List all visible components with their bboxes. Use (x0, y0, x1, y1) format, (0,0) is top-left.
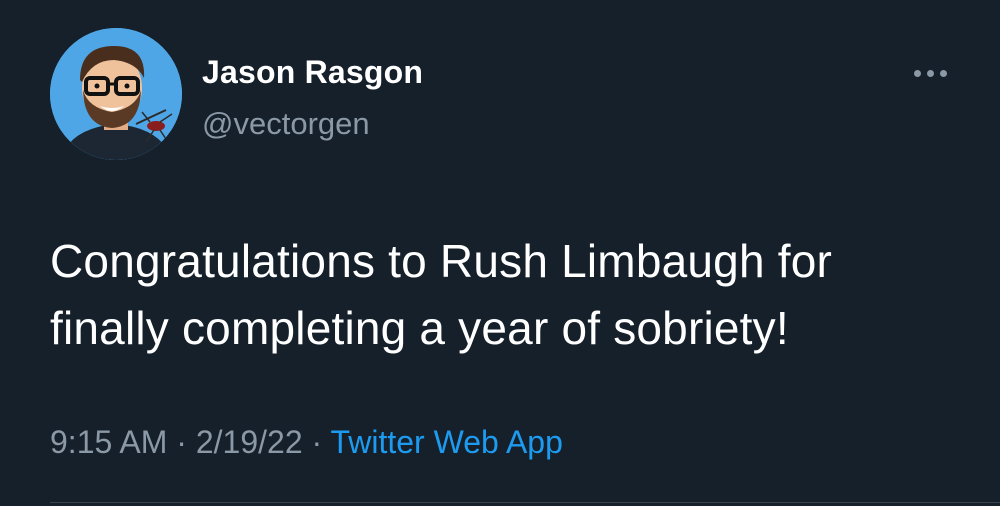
tweet-text: Congratulations to Rush Limbaugh for fin… (50, 228, 970, 362)
tweet-text-line: Congratulations to Rush Limbaugh for (50, 235, 832, 287)
meta-separator: · (176, 424, 187, 460)
avatar-portrait-icon (50, 28, 182, 160)
tweet-text-line: finally completing a year of sobriety! (50, 302, 789, 354)
more-options-button[interactable] (906, 58, 954, 88)
tweet-time[interactable]: 9:15 AM (50, 424, 167, 460)
more-options-icon (939, 69, 947, 77)
meta-separator: · (311, 424, 323, 460)
tweet-metadata: 9:15 AM · 2/19/22 · Twitter Web App (50, 424, 563, 461)
author-name[interactable]: Jason Rasgon (202, 54, 423, 91)
author-handle[interactable]: @vectorgen (202, 106, 370, 142)
avatar[interactable] (50, 28, 182, 160)
tweet-source-link[interactable]: Twitter Web App (330, 424, 562, 460)
more-options-icon (913, 69, 921, 77)
more-options-icon (926, 69, 934, 77)
tweet-date[interactable]: 2/19/22 (196, 424, 303, 460)
tweet-card: Jason Rasgon @vectorgen Congratulations … (0, 0, 1000, 506)
divider (50, 502, 1000, 503)
